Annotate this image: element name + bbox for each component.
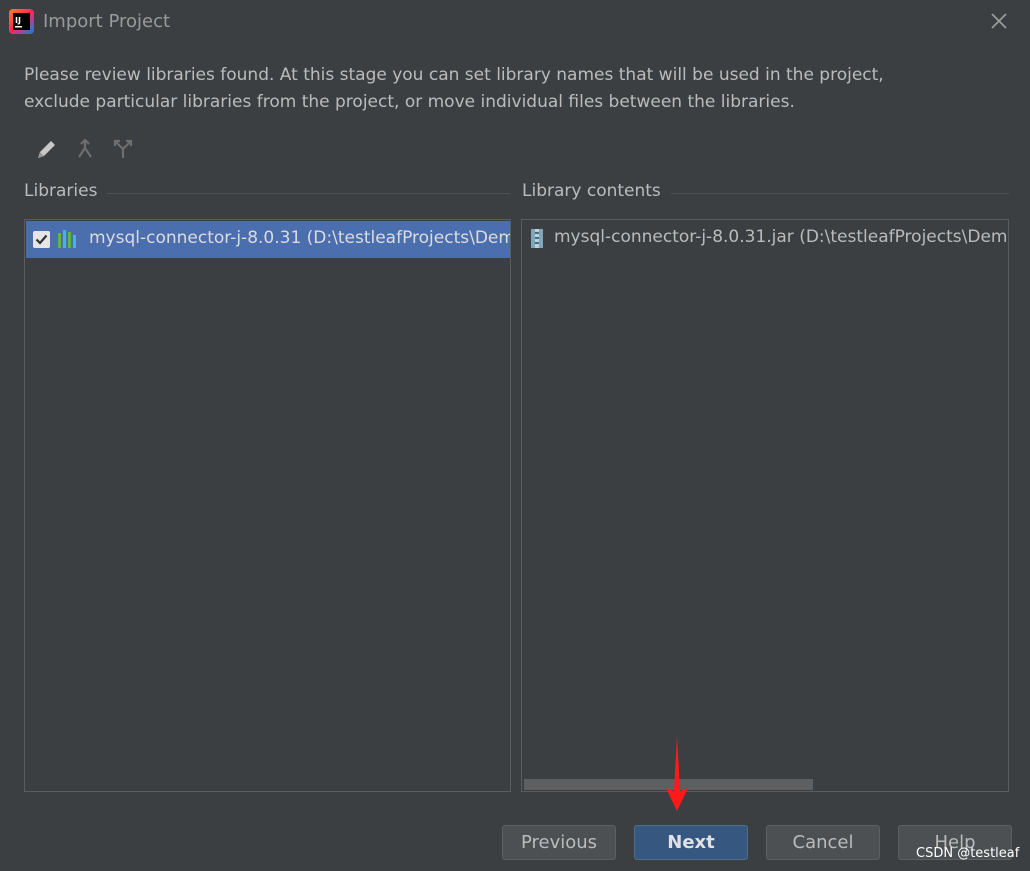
library-list-item[interactable]: mysql-connector-j-8.0.31 (D:\testleafPro… bbox=[26, 221, 510, 258]
intellij-app-icon: IJ bbox=[9, 9, 34, 34]
app-icon-text: IJ bbox=[15, 16, 21, 25]
library-icon bbox=[58, 230, 76, 248]
watermark: CSDN @testleaf bbox=[916, 846, 1020, 861]
title-bar: IJ Import Project bbox=[0, 0, 1030, 44]
instructions-line-2: exclude particular libraries from the pr… bbox=[24, 92, 795, 112]
library-contents-item[interactable]: mysql-connector-j-8.0.31.jar (D:\testlea… bbox=[522, 220, 1008, 257]
annotation-arrow-icon bbox=[666, 736, 688, 811]
library-contents-list[interactable]: mysql-connector-j-8.0.31.jar (D:\testlea… bbox=[521, 219, 1009, 792]
library-item-label: mysql-connector-j-8.0.31 (D:\testleafPro… bbox=[89, 228, 511, 248]
pencil-icon[interactable] bbox=[34, 136, 60, 162]
previous-button[interactable]: Previous bbox=[502, 825, 616, 860]
merge-icon[interactable] bbox=[72, 136, 98, 162]
instructions-text: Please review libraries found. At this s… bbox=[24, 62, 1004, 116]
library-contents-title: Library contents bbox=[522, 181, 671, 201]
instructions-line-1: Please review libraries found. At this s… bbox=[24, 65, 884, 85]
libraries-title: Libraries bbox=[24, 181, 108, 201]
window-title: Import Project bbox=[43, 11, 171, 32]
split-icon[interactable] bbox=[110, 136, 136, 162]
close-icon[interactable] bbox=[989, 11, 1009, 31]
cancel-button[interactable]: Cancel bbox=[766, 825, 880, 860]
library-checkbox[interactable] bbox=[33, 231, 50, 248]
jar-file-icon bbox=[531, 229, 543, 248]
next-button[interactable]: Next bbox=[634, 825, 748, 860]
library-contents-label: mysql-connector-j-8.0.31.jar (D:\testlea… bbox=[554, 227, 1009, 247]
libraries-list[interactable]: mysql-connector-j-8.0.31 (D:\testleafPro… bbox=[24, 219, 511, 792]
